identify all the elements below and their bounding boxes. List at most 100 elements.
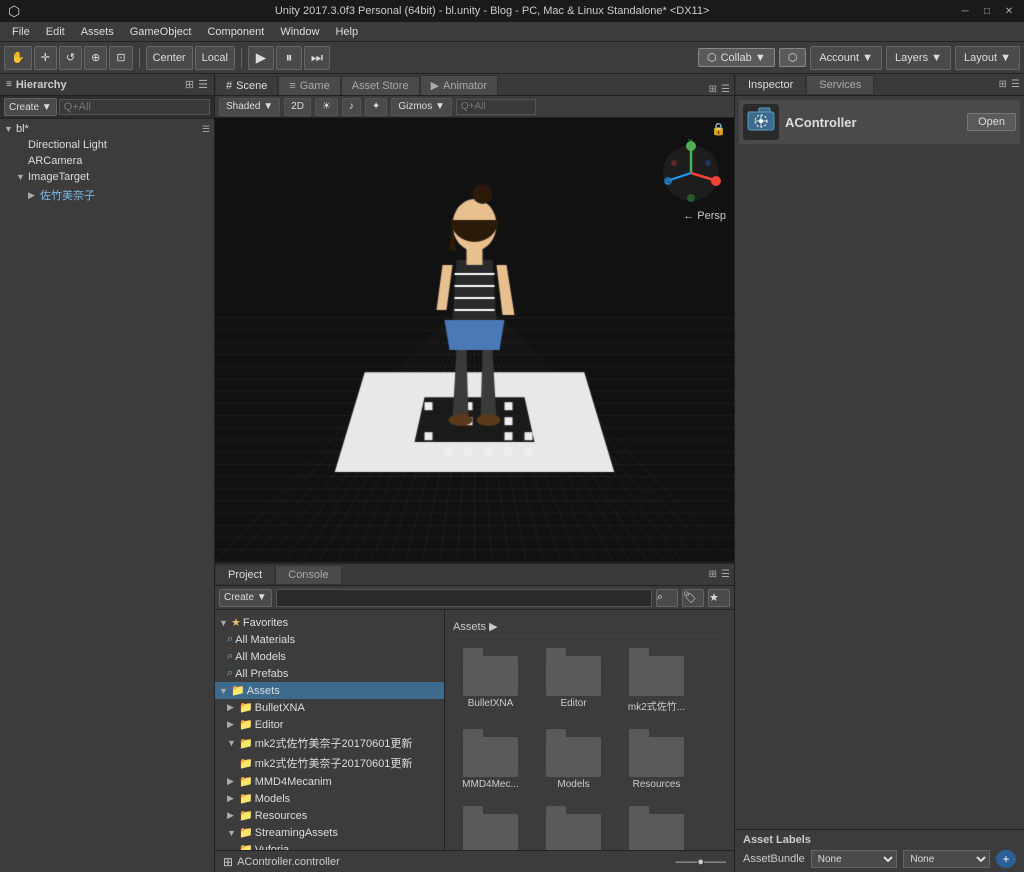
gizmos-dropdown[interactable]: Gizmos ▼ bbox=[391, 98, 452, 116]
asset-vuforia[interactable]: Vuforia bbox=[536, 802, 611, 850]
tool-rect[interactable]: ⊡ bbox=[109, 46, 132, 70]
expand-arrow: ▶ bbox=[227, 702, 237, 713]
hierarchy-item-directional-light[interactable]: Directional Light bbox=[0, 137, 214, 153]
asset-editor[interactable]: Editor bbox=[536, 644, 611, 717]
minimize-button[interactable]: ─ bbox=[958, 4, 972, 18]
tree-all-models[interactable]: ⌕ All Models bbox=[215, 648, 444, 665]
tree-resources[interactable]: ▶ 📁 Resources bbox=[215, 807, 444, 824]
hierarchy-item-imagetarget[interactable]: ▼ ImageTarget bbox=[0, 169, 214, 185]
collab-button[interactable]: ⬡ Collab ▼ bbox=[698, 48, 775, 67]
tree-favorites[interactable]: ▼ ★ Favorites bbox=[215, 614, 444, 631]
tab-asset-store[interactable]: Asset Store bbox=[341, 76, 420, 95]
hierarchy-item-label: Directional Light bbox=[28, 139, 107, 151]
inspector-menu-btn[interactable]: ☰ bbox=[1011, 79, 1020, 90]
tab-project[interactable]: Project bbox=[215, 565, 275, 585]
tab-game[interactable]: ≡ Game bbox=[278, 76, 340, 95]
tag-btn[interactable]: 🏷 bbox=[682, 589, 704, 607]
pause-button[interactable]: ⏸ bbox=[276, 46, 302, 70]
menu-component[interactable]: Component bbox=[199, 24, 272, 40]
menu-assets[interactable]: Assets bbox=[73, 24, 122, 40]
local-button[interactable]: Local bbox=[195, 46, 235, 70]
tree-mmd4mecanim[interactable]: ▶ 📁 MMD4Mecanim bbox=[215, 773, 444, 790]
scene-menu-btn[interactable]: ☰ bbox=[721, 84, 730, 95]
center-button[interactable]: Center bbox=[146, 46, 193, 70]
asset-wavefile[interactable]: WAVEFILE... bbox=[619, 802, 694, 850]
cloud-button[interactable]: ⬡ bbox=[779, 48, 807, 67]
audio-btn[interactable]: ♪ bbox=[342, 98, 361, 116]
menu-window[interactable]: Window bbox=[272, 24, 327, 40]
hierarchy-item-bl[interactable]: ▼ bl* ☰ bbox=[0, 121, 214, 137]
project-menu-btn[interactable]: ☰ bbox=[721, 569, 730, 580]
tab-console[interactable]: Console bbox=[275, 565, 341, 585]
tree-all-materials[interactable]: ⌕ All Materials bbox=[215, 631, 444, 648]
asset-streaming[interactable]: Streaming... bbox=[453, 802, 528, 850]
menu-gameobject[interactable]: GameObject bbox=[122, 24, 200, 40]
inspector-panel-btns: ⊞ ☰ bbox=[995, 79, 1024, 90]
gizmo-widget[interactable]: Y X Z bbox=[656, 138, 726, 208]
tree-bulletxna[interactable]: ▶ 📁 BulletXNA bbox=[215, 699, 444, 716]
search-btn[interactable]: ⌕ bbox=[656, 589, 678, 607]
tree-vuforia-sub[interactable]: 📁 Vuforia bbox=[215, 841, 444, 850]
account-button[interactable]: Account ▼ bbox=[810, 46, 882, 70]
hierarchy-search-input[interactable] bbox=[59, 99, 210, 115]
project-tree: ▼ ★ Favorites ⌕ All Materials ⌕ All Mode… bbox=[215, 610, 445, 850]
lock-icon: 🔒 bbox=[711, 122, 726, 136]
tool-hand[interactable]: ✋ bbox=[4, 46, 32, 70]
hierarchy-item-arcamera[interactable]: ARCamera bbox=[0, 153, 214, 169]
asset-mk2[interactable]: mk2式佐竹... bbox=[619, 644, 694, 717]
hierarchy-item-label: ARCamera bbox=[28, 155, 82, 167]
light-btn[interactable]: ☀ bbox=[315, 98, 338, 116]
2d-button[interactable]: 2D bbox=[284, 98, 311, 116]
tree-editor[interactable]: ▶ 📁 Editor bbox=[215, 716, 444, 733]
asset-models[interactable]: Models bbox=[536, 725, 611, 794]
asset-mmd4[interactable]: MMD4Mec... bbox=[453, 725, 528, 794]
tab-services[interactable]: Services bbox=[806, 75, 874, 95]
hierarchy-item-model[interactable]: ▶ 佐竹美奈子 bbox=[0, 185, 214, 205]
step-button[interactable]: ⏭ bbox=[304, 46, 330, 70]
asset-bulletxna[interactable]: BulletXNA bbox=[453, 644, 528, 717]
asset-bundle-add-btn[interactable]: + bbox=[996, 850, 1016, 868]
shading-dropdown[interactable]: Shaded ▼ bbox=[219, 98, 280, 116]
layout-button[interactable]: Layout ▼ bbox=[955, 46, 1020, 70]
project-create-btn[interactable]: Create ▼ bbox=[219, 589, 272, 607]
tool-rotate[interactable]: ↺ bbox=[59, 46, 82, 70]
asset-resources[interactable]: Resources bbox=[619, 725, 694, 794]
hierarchy-float-btn[interactable]: ⊞ bbox=[185, 78, 194, 91]
tool-scale[interactable]: ⊕ bbox=[84, 46, 107, 70]
hierarchy-menu-btn[interactable]: ☰ bbox=[198, 78, 208, 91]
menu-edit[interactable]: Edit bbox=[38, 24, 73, 40]
project-float-btn[interactable]: ⊞ bbox=[709, 569, 717, 580]
project-search-input[interactable] bbox=[276, 589, 652, 607]
tree-mk2-1[interactable]: ▼ 📁 mk2式佐竹美奈子20170601更新 bbox=[215, 733, 444, 753]
tab-inspector[interactable]: Inspector bbox=[735, 75, 806, 95]
scene-search-input[interactable] bbox=[456, 99, 536, 115]
expand-arrow: ▶ bbox=[227, 793, 237, 804]
asset-bundle-select-2[interactable]: None bbox=[903, 850, 990, 868]
scene-view[interactable]: 🔒 Y X Z bbox=[215, 118, 734, 562]
zoom-slider[interactable]: ——●—— bbox=[675, 856, 726, 868]
tree-streaming[interactable]: ▼ 📁 StreamingAssets bbox=[215, 824, 444, 841]
scene-float-btn[interactable]: ⊞ bbox=[709, 84, 717, 95]
close-button[interactable]: ✕ bbox=[1002, 4, 1016, 18]
open-button[interactable]: Open bbox=[967, 113, 1016, 131]
tab-animator[interactable]: ▶ Animator bbox=[420, 75, 499, 95]
title-bar: ⬡ Unity 2017.3.0f3 Personal (64bit) - bl… bbox=[0, 0, 1024, 22]
tree-all-prefabs[interactable]: ⌕ All Prefabs bbox=[215, 665, 444, 682]
tab-scene[interactable]: # Scene bbox=[215, 76, 278, 95]
tool-move[interactable]: ✛ bbox=[34, 46, 57, 70]
tree-mk2-sub[interactable]: 📁 mk2式佐竹美奈子20170601更新 bbox=[215, 753, 444, 773]
tree-models[interactable]: ▶ 📁 Models bbox=[215, 790, 444, 807]
window-title: Unity 2017.3.0f3 Personal (64bit) - bl.u… bbox=[26, 5, 958, 17]
tree-assets[interactable]: ▼ 📁 Assets bbox=[215, 682, 444, 699]
star-btn[interactable]: ★ bbox=[708, 589, 730, 607]
menu-help[interactable]: Help bbox=[327, 24, 366, 40]
animator-tab-label: Animator bbox=[443, 80, 487, 92]
asset-bundle-select-1[interactable]: None bbox=[811, 850, 898, 868]
inspector-float-btn[interactable]: ⊞ bbox=[999, 79, 1007, 90]
menu-file[interactable]: File bbox=[4, 24, 38, 40]
layers-button[interactable]: Layers ▼ bbox=[886, 46, 951, 70]
hierarchy-create-btn[interactable]: Create ▼ bbox=[4, 98, 57, 116]
play-button[interactable]: ▶ bbox=[248, 46, 274, 70]
maximize-button[interactable]: □ bbox=[980, 4, 994, 18]
fx-btn[interactable]: ✦ bbox=[365, 98, 387, 116]
